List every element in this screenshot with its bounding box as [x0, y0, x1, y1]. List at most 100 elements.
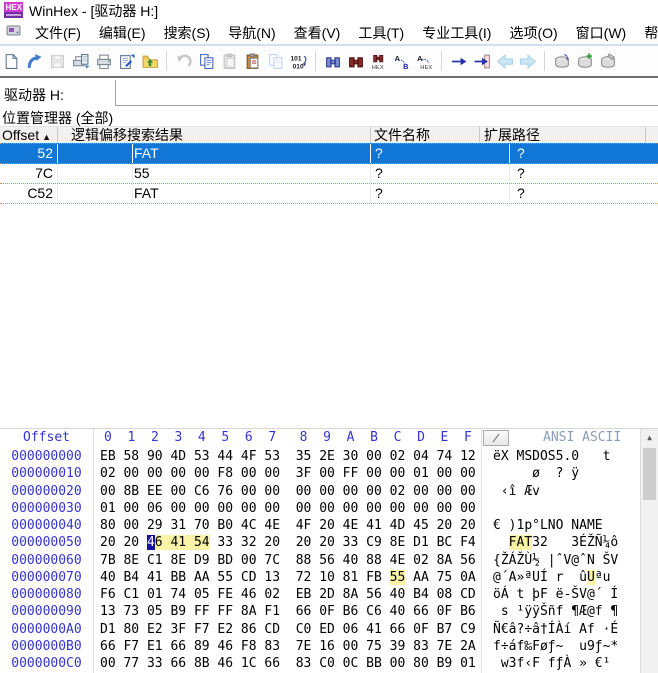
- cell-offset[interactable]: 52: [0, 144, 53, 163]
- hex-row-ascii[interactable]: € )1p°LNO NAME: [493, 517, 618, 534]
- scrollbar-thumb[interactable]: [643, 448, 656, 500]
- hex-row-bytes[interactable]: 13 73 05 B9 FF FF 8A F1 66 0F B6 C6 40 6…: [100, 603, 476, 620]
- hex-row-bytes[interactable]: D1 80 E2 3F F7 E2 86 CD C0 ED 06 41 66 0…: [100, 621, 476, 638]
- cell-path[interactable]: ?: [517, 164, 525, 183]
- column-header-file-name[interactable]: 文件名称: [374, 127, 478, 144]
- search-binoculars-icon[interactable]: [321, 49, 344, 73]
- goto-offset-icon[interactable]: [447, 49, 470, 73]
- hex-row[interactable]: 000000040 80 00 29 31 70 B0 4C 4E 4F 20 4…: [0, 517, 640, 534]
- tab-drive-h[interactable]: 驱动器 H:: [0, 80, 116, 106]
- hex-replace-icon[interactable]: A HEX: [413, 49, 436, 73]
- cell-offset[interactable]: C52: [0, 184, 53, 203]
- cell-search-result[interactable]: FAT: [134, 144, 159, 163]
- menu-item[interactable]: 编辑(E): [90, 22, 155, 44]
- print-icon[interactable]: [92, 49, 115, 73]
- hex-search-icon[interactable]: HEX: [367, 49, 390, 73]
- undo-icon[interactable]: [172, 49, 195, 73]
- menu-item[interactable]: 专业工具(I): [413, 22, 500, 44]
- column-header-search-result[interactable]: 逻辑偏移搜索结果: [71, 127, 369, 144]
- table-row[interactable]: 7C 55??: [0, 164, 658, 184]
- column-header-path[interactable]: 扩展路径: [484, 127, 642, 144]
- open-icon[interactable]: [23, 49, 46, 73]
- paste-icon[interactable]: [218, 49, 241, 73]
- clipboard-paste-icon[interactable]: [241, 49, 264, 73]
- hex-row-ascii[interactable]: f÷áf‰Føƒ~ u9ƒ~*: [493, 638, 618, 655]
- hex-row-ascii[interactable]: @´A»ªUÍ r ûUªu: [493, 569, 618, 586]
- drive-window-icon[interactable]: [6, 23, 22, 44]
- hex-row[interactable]: 000000050 20 20 46 41 54 33 32 20 20 20 3…: [0, 534, 640, 551]
- hex-row-bytes[interactable]: 66 F7 E1 66 89 46 F8 83 7E 16 00 75 39 8…: [100, 638, 476, 655]
- hex-row-ascii[interactable]: ëX MSDOS5.0 t: [493, 448, 618, 465]
- hex-row-bytes[interactable]: 20 20 46 41 54 33 32 20 20 20 33 C9 8E D…: [100, 534, 476, 551]
- cell-search-result[interactable]: FAT: [134, 184, 159, 203]
- replace-text-icon[interactable]: AB: [390, 49, 413, 73]
- ascii-charset-header[interactable]: ANSI ASCII: [543, 430, 621, 445]
- hex-row-ascii[interactable]: s ¹ÿÿŠñf ¶Æ@f ¶: [493, 603, 618, 620]
- scroll-up-icon[interactable]: ▲: [641, 429, 658, 446]
- hex-row-bytes[interactable]: 40 B4 41 BB AA 55 CD 13 72 10 81 FB 55 A…: [100, 569, 476, 586]
- hex-row[interactable]: 0000000C0 00 77 33 66 8B 46 1C 66 83 C0 0…: [0, 655, 640, 672]
- cell-path[interactable]: ?: [517, 144, 525, 163]
- hex-row[interactable]: 000000030 01 00 06 00 00 00 00 00 00 00 0…: [0, 500, 640, 517]
- table-row[interactable]: 52 FAT??: [0, 143, 658, 164]
- search-again-binoculars-icon[interactable]: [344, 49, 367, 73]
- column-divider[interactable]: [479, 127, 480, 144]
- hex-scrollbar[interactable]: ▲: [640, 429, 658, 673]
- hex-row-bytes[interactable]: 00 77 33 66 8B 46 1C 66 83 C0 0C BB 00 8…: [100, 655, 476, 672]
- menu-item[interactable]: 文件(F): [26, 22, 90, 44]
- hex-row[interactable]: 000000080 F6 C1 01 74 05 FE 46 02 EB 2D 8…: [0, 586, 640, 603]
- hex-row[interactable]: 000000070 40 B4 41 BB AA 55 CD 13 72 10 8…: [0, 569, 640, 586]
- disk-refresh-icon[interactable]: [550, 49, 573, 73]
- disk-add-icon[interactable]: [573, 49, 596, 73]
- hex-row[interactable]: 000000020 00 8B EE 00 C6 76 00 00 00 00 0…: [0, 483, 640, 500]
- goto-block-icon[interactable]: [470, 49, 493, 73]
- hex-row-ascii[interactable]: {ŽÁŽÙ½ |ˆV@ˆN ŠV: [493, 552, 618, 569]
- hex-row-ascii[interactable]: FAT32 3ÉŽÑ¼ô: [493, 534, 618, 551]
- back-icon[interactable]: [493, 49, 516, 73]
- menu-item[interactable]: 选项(O): [500, 22, 566, 44]
- menu-item[interactable]: 窗口(W): [567, 22, 636, 44]
- cell-search-result[interactable]: 55: [134, 164, 150, 183]
- copy-block-icon[interactable]: [264, 49, 287, 73]
- hex-row-bytes[interactable]: 7B 8E C1 8E D9 BD 00 7C 88 56 40 88 4E 0…: [100, 552, 476, 569]
- binary-convert-icon[interactable]: 101 010: [287, 49, 310, 73]
- hex-row[interactable]: 000000000 EB 58 90 4D 53 44 4F 53 35 2E 3…: [0, 448, 640, 465]
- menu-item[interactable]: 帮助: [635, 22, 658, 44]
- hex-row-bytes[interactable]: 02 00 00 00 00 F8 00 00 3F 00 FF 00 00 0…: [100, 465, 476, 482]
- hex-row-bytes[interactable]: EB 58 90 4D 53 44 4F 53 35 2E 30 00 02 0…: [100, 448, 476, 465]
- cell-file-name[interactable]: ?: [375, 164, 383, 183]
- hex-row[interactable]: 000000010 02 00 00 00 00 F8 00 00 3F 00 F…: [0, 465, 640, 482]
- cell-file-name[interactable]: ?: [375, 184, 383, 203]
- properties-icon[interactable]: [115, 49, 138, 73]
- hex-row-bytes[interactable]: 00 8B EE 00 C6 76 00 00 00 00 00 00 02 0…: [100, 483, 476, 500]
- print-preview-icon[interactable]: [69, 49, 92, 73]
- column-layout-button[interactable]: [483, 430, 509, 446]
- hex-row-bytes[interactable]: 01 00 06 00 00 00 00 00 00 00 00 00 00 0…: [100, 500, 476, 517]
- hex-row[interactable]: 000000060 7B 8E C1 8E D9 BD 00 7C 88 56 4…: [0, 552, 640, 569]
- save-icon[interactable]: [46, 49, 69, 73]
- hex-row[interactable]: 0000000B0 66 F7 E1 66 89 46 F8 83 7E 16 0…: [0, 638, 640, 655]
- cell-offset[interactable]: 7C: [0, 164, 53, 183]
- folder-up-icon[interactable]: [138, 49, 161, 73]
- hex-row-ascii[interactable]: ‹î Æv: [493, 483, 618, 500]
- menu-item[interactable]: 查看(V): [285, 22, 350, 44]
- disk-tools-icon[interactable]: [596, 49, 619, 73]
- hex-row-bytes[interactable]: 80 00 29 31 70 B0 4C 4E 4F 20 4E 41 4D 4…: [100, 517, 476, 534]
- hex-row-ascii[interactable]: [493, 500, 618, 517]
- hex-row-ascii[interactable]: ø ? ÿ: [493, 465, 618, 482]
- menu-item[interactable]: 工具(T): [349, 22, 413, 44]
- column-header-offset[interactable]: Offset ▲: [2, 127, 56, 144]
- hex-row-bytes[interactable]: F6 C1 01 74 05 FE 46 02 EB 2D 8A 56 40 B…: [100, 586, 476, 603]
- column-divider[interactable]: [57, 127, 58, 144]
- cell-path[interactable]: ?: [517, 184, 525, 203]
- column-divider[interactable]: [645, 127, 646, 144]
- forward-icon[interactable]: [516, 49, 539, 73]
- hex-row-ascii[interactable]: w3f‹F fƒÀ » €¹: [493, 655, 618, 672]
- cell-file-name[interactable]: ?: [375, 144, 383, 163]
- column-divider[interactable]: [370, 127, 371, 144]
- hex-row-ascii[interactable]: Ñ€â?÷â†ÍÀí Af ·É: [493, 621, 618, 638]
- copy-icon[interactable]: [195, 49, 218, 73]
- hex-row-ascii[interactable]: öÁ t þF ë-ŠV@´ Í: [493, 586, 618, 603]
- menu-item[interactable]: 搜索(S): [155, 22, 220, 44]
- table-row[interactable]: C52 FAT??: [0, 184, 658, 204]
